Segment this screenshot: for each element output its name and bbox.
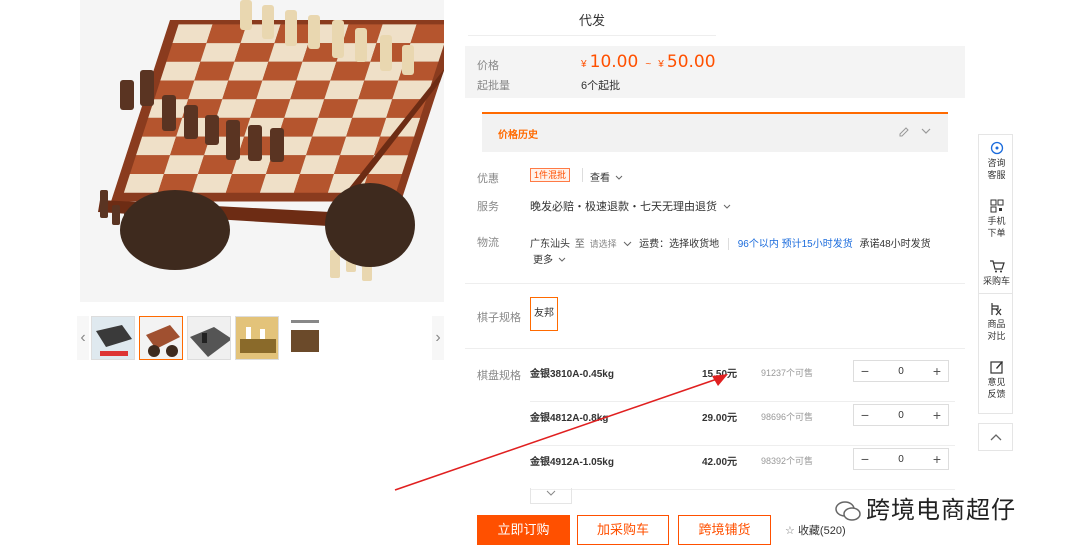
quantity-input[interactable]: 0 xyxy=(890,454,912,465)
pencil-icon[interactable] xyxy=(898,126,910,141)
edit-icon xyxy=(989,361,1003,374)
increment-button[interactable]: + xyxy=(926,407,948,423)
moq-value: 6个起批 xyxy=(581,80,621,92)
piece-spec-label: 棋子规格 xyxy=(477,312,521,324)
decrement-button[interactable]: − xyxy=(854,407,876,423)
price-box: 价格 ¥ 10.00 ~ ¥ 50.00 起批量 6个起批 xyxy=(465,46,965,98)
sidebar-item-cart[interactable]: 采购车 xyxy=(979,259,1014,287)
logistics-to: 至 xyxy=(574,239,585,250)
price-label: 价格 xyxy=(477,60,499,72)
thumbnail-3[interactable] xyxy=(187,316,231,360)
watermark-text: 跨境电商超仔 xyxy=(866,496,1016,524)
price-low: 10.00 xyxy=(589,52,639,72)
logistics-destination-select[interactable]: 请选择 xyxy=(590,239,617,249)
sidebar-compare-line1: 商品 xyxy=(987,319,1006,329)
promo-view-link[interactable]: 查看 xyxy=(590,169,623,184)
quantity-stepper: − 0 + xyxy=(853,360,949,382)
spec-row-stock: 98696个可售 xyxy=(761,412,814,422)
quantity-input[interactable]: 0 xyxy=(890,366,912,377)
thumbnail-strip: ‹ › xyxy=(77,316,444,360)
quantity-input[interactable]: 0 xyxy=(890,410,912,421)
thumbnail-1[interactable] xyxy=(91,316,135,360)
thumbnail-5[interactable] xyxy=(283,316,327,360)
logistics-more-link[interactable]: 更多 xyxy=(533,251,566,266)
logistics-divider xyxy=(727,238,729,251)
price-currency-high: ¥ xyxy=(658,59,664,70)
section-divider xyxy=(465,348,965,349)
star-icon: ☆ xyxy=(785,525,795,537)
chevron-up-icon xyxy=(990,434,1001,441)
quantity-stepper: − 0 + xyxy=(853,448,949,470)
quantity-stepper: − 0 + xyxy=(853,404,949,426)
sidebar-compare-line2: 对比 xyxy=(987,331,1006,341)
sidebar-item-mobile[interactable]: 手机 下单 xyxy=(979,199,1014,239)
thumbnail-4[interactable] xyxy=(235,316,279,360)
qr-code-icon xyxy=(990,199,1003,213)
annotation-arrow xyxy=(394,374,728,491)
chevron-down-icon[interactable] xyxy=(920,127,932,140)
sidebar-item-feedback[interactable]: 意见 反馈 xyxy=(979,360,1014,400)
chess-set-illustration xyxy=(80,0,444,302)
sidebar-consult-line2: 客服 xyxy=(987,170,1006,180)
spec-row-stock: 98392个可售 xyxy=(761,456,814,466)
promo-divider xyxy=(582,168,583,182)
sidebar-mobile-line1: 手机 xyxy=(987,216,1006,226)
decrement-button[interactable]: − xyxy=(854,451,876,467)
price-history-title: 价格历史 xyxy=(498,130,538,141)
sidebar-mobile-line2: 下单 xyxy=(987,228,1006,238)
sidebar-cart-label: 采购车 xyxy=(982,276,1010,286)
price-high: 50.00 xyxy=(666,52,716,72)
service-label: 服务 xyxy=(477,201,499,213)
promo-tag: 1件混批 xyxy=(530,168,571,182)
thumb-prev-arrow[interactable]: ‹ xyxy=(77,316,89,360)
sidebar-consult-line1: 咨询 xyxy=(987,158,1006,168)
section-divider xyxy=(465,283,965,284)
price-history-panel[interactable]: 价格历史 xyxy=(482,112,948,152)
thumb-next-arrow[interactable]: › xyxy=(432,316,444,360)
price-currency-low: ¥ xyxy=(581,59,587,70)
sidebar-feedback-line2: 反馈 xyxy=(987,389,1006,399)
logistics-row: 广东汕头 至 请选择 运费：选择收货地 96个以内 预计15小时发货 承诺48小… xyxy=(530,235,931,251)
service-icon xyxy=(990,141,1003,155)
sidebar-feedback-line1: 意见 xyxy=(987,377,1006,387)
piece-spec-option[interactable]: 友邦 xyxy=(530,297,558,331)
thumbnail-2[interactable] xyxy=(139,316,183,360)
floating-sidebar: 咨询 客服 手机 下单 采购车 xyxy=(978,134,1013,294)
logistics-origin: 广东汕头 xyxy=(530,239,570,250)
add-to-cart-button[interactable]: 加采购车 xyxy=(577,515,669,545)
logistics-promise-48h: 承诺48小时发货 xyxy=(859,239,931,250)
buy-now-button[interactable]: 立即订购 xyxy=(477,515,570,545)
product-main-image xyxy=(80,0,444,302)
price-range: ¥ 10.00 ~ ¥ 50.00 xyxy=(581,52,716,72)
logistics-promise[interactable]: 96个以内 预计15小时发货 xyxy=(738,239,853,250)
sidebar-item-compare[interactable]: 商品 对比 xyxy=(979,302,1014,342)
promo-view-label: 查看 xyxy=(590,173,610,184)
promo-label: 优惠 xyxy=(477,173,499,185)
floating-sidebar-lower: 商品 对比 意见 反馈 xyxy=(978,294,1013,414)
favorite-label: 收藏(520) xyxy=(797,525,846,537)
decrement-button[interactable]: − xyxy=(854,363,876,379)
increment-button[interactable]: + xyxy=(926,363,948,379)
cart-icon xyxy=(989,260,1005,273)
watermark: 跨境电商超仔 xyxy=(834,490,1016,525)
compare-icon xyxy=(990,303,1001,316)
sidebar-item-consult[interactable]: 咨询 客服 xyxy=(979,141,1014,181)
moq-label: 起批量 xyxy=(477,80,510,92)
delivery-tab-daifa[interactable]: 代发 xyxy=(468,4,716,36)
logistics-fee: 运费：选择收货地 xyxy=(639,239,720,250)
cross-border-button[interactable]: 跨境铺货 xyxy=(678,515,771,545)
chevron-down-icon xyxy=(624,241,632,247)
wechat-icon xyxy=(835,501,861,521)
increment-button[interactable]: + xyxy=(926,451,948,467)
service-text: 晚发必赔・极速退款・七天无理由退货 xyxy=(530,201,717,213)
back-to-top-button[interactable] xyxy=(978,423,1013,451)
service-text-link[interactable]: 晚发必赔・极速退款・七天无理由退货 xyxy=(530,198,731,214)
price-sep: ~ xyxy=(645,59,652,70)
spec-row-stock: 91237个可售 xyxy=(761,368,814,378)
logistics-more-label: 更多 xyxy=(533,255,553,266)
logistics-label: 物流 xyxy=(477,237,499,249)
